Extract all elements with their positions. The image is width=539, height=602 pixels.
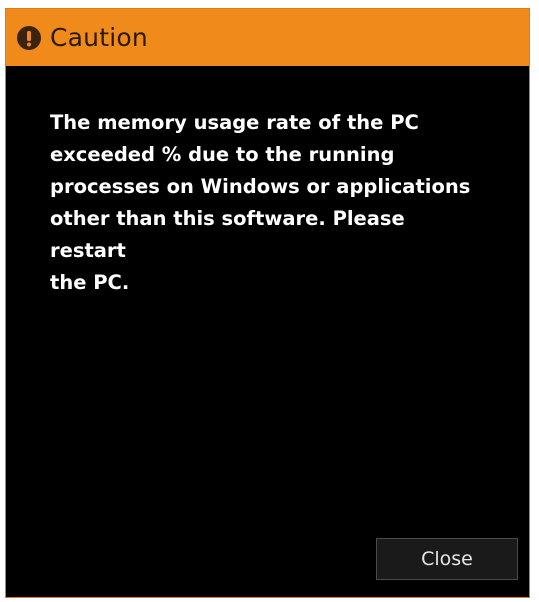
- exclamation-icon: [16, 25, 42, 51]
- dialog-titlebar: Caution: [6, 9, 529, 66]
- dialog-title: Caution: [50, 23, 148, 52]
- dialog-message: The memory usage rate of the PC exceeded…: [50, 111, 471, 294]
- close-button[interactable]: Close: [376, 538, 518, 580]
- caution-dialog: Caution The memory usage rate of the PC …: [5, 8, 530, 598]
